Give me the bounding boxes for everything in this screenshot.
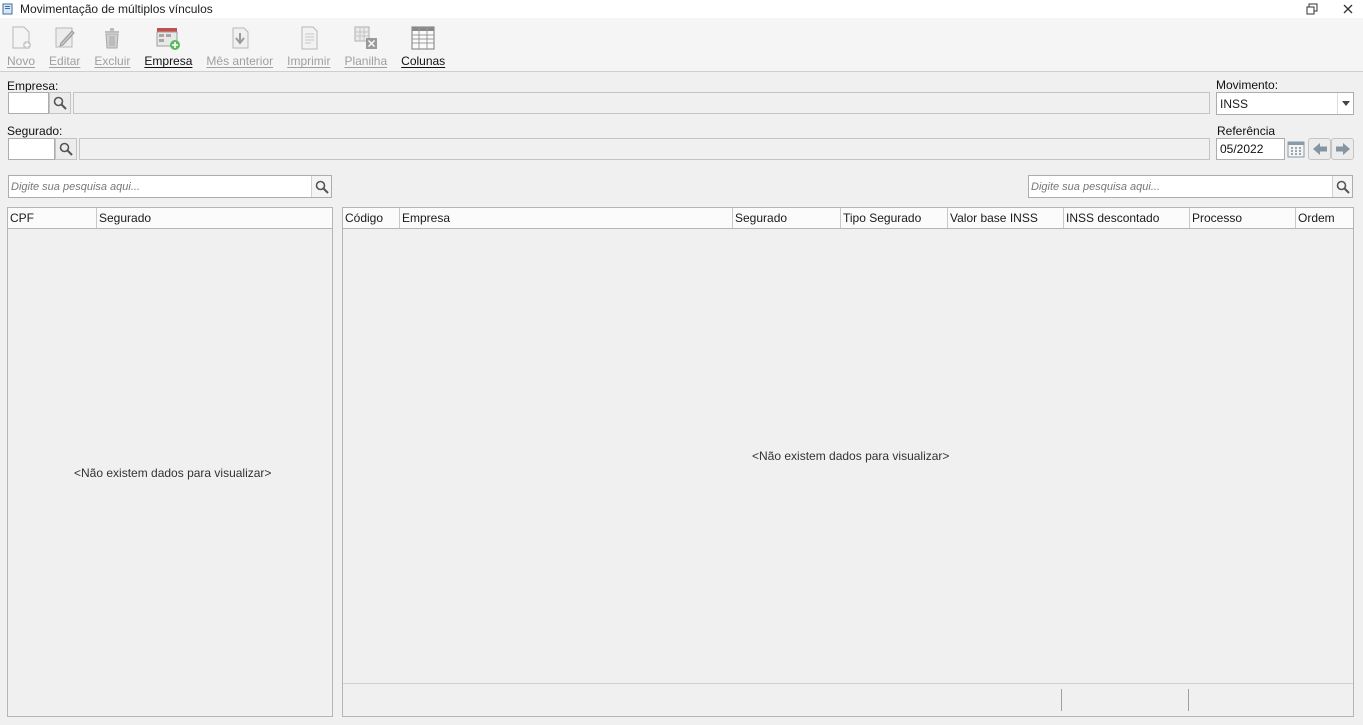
movimento-select[interactable]: INSS (1216, 92, 1354, 115)
next-period-button[interactable] (1331, 138, 1354, 160)
close-window-button[interactable] (1341, 2, 1355, 16)
left-search-input[interactable] (9, 176, 331, 197)
edit-icon (52, 24, 78, 52)
footer-divider (1061, 689, 1062, 711)
spreadsheet-button[interactable]: Planilha (344, 18, 387, 70)
column-header-cpf[interactable]: CPF (8, 208, 97, 228)
restore-window-button[interactable] (1305, 2, 1319, 16)
segurado-code-input[interactable] (8, 138, 55, 160)
company-add-icon (155, 24, 181, 52)
empty-message: <Não existem dados para visualizar> (74, 466, 272, 480)
new-document-icon (8, 24, 34, 52)
right-search-button[interactable] (1332, 176, 1352, 197)
new-button[interactable]: Novo (7, 18, 35, 70)
empresa-name-field (73, 92, 1210, 114)
grid-header: Código Empresa Segurado Tipo Segurado Va… (343, 208, 1353, 229)
left-search-button[interactable] (311, 176, 331, 197)
column-header-segurado[interactable]: Segurado (733, 208, 841, 228)
right-search-box (1028, 175, 1353, 198)
column-header-codigo[interactable]: Código (343, 208, 400, 228)
arrow-left-icon (1312, 143, 1327, 155)
previous-month-icon (227, 24, 253, 52)
movimentos-grid[interactable]: Código Empresa Segurado Tipo Segurado Va… (342, 207, 1354, 717)
calendar-icon (1287, 141, 1305, 158)
movimento-value: INSS (1220, 97, 1249, 111)
title-bar: Movimentação de múltiplos vínculos (0, 0, 1363, 18)
close-icon (1343, 4, 1353, 14)
calendar-button[interactable] (1285, 138, 1307, 160)
window-title: Movimentação de múltiplos vínculos (20, 2, 213, 16)
referencia-input[interactable]: 05/2022 (1216, 138, 1285, 160)
segurados-grid[interactable]: CPF Segurado <Não existem dados para vis… (7, 207, 333, 717)
company-button[interactable]: Empresa (144, 18, 192, 70)
referencia-label: Referência (1217, 124, 1276, 138)
delete-button[interactable]: Excluir (94, 18, 130, 70)
left-search-box (8, 175, 332, 198)
previous-month-button[interactable]: Mês anterior (206, 18, 273, 70)
column-header-inss-descontado[interactable]: INSS descontado (1064, 208, 1190, 228)
segurado-lookup-button[interactable] (55, 138, 77, 160)
search-icon (53, 96, 67, 110)
column-header-processo[interactable]: Processo (1190, 208, 1296, 228)
column-header-tipo-segurado[interactable]: Tipo Segurado (841, 208, 948, 228)
segurado-label: Segurado: (7, 124, 63, 138)
previous-period-button[interactable] (1308, 138, 1331, 160)
search-icon (59, 142, 73, 156)
grid-header: CPF Segurado (8, 208, 332, 229)
right-search-input[interactable] (1029, 176, 1352, 197)
search-icon (315, 180, 329, 194)
empresa-label: Empresa: (7, 79, 59, 93)
column-header-segurado[interactable]: Segurado (97, 208, 332, 228)
empty-message: <Não existem dados para visualizar> (752, 449, 950, 463)
toolbar: Novo Editar Excluir Empresa Mês anterior… (0, 18, 1363, 72)
segurado-name-field (79, 138, 1210, 160)
column-header-valor-base-inss[interactable]: Valor base INSS (948, 208, 1064, 228)
columns-button[interactable]: Colunas (401, 18, 445, 70)
column-header-ordem[interactable]: Ordem (1296, 208, 1353, 228)
columns-icon (410, 24, 436, 52)
print-button[interactable]: Imprimir (287, 18, 330, 70)
column-header-empresa[interactable]: Empresa (400, 208, 733, 228)
empresa-lookup-button[interactable] (49, 92, 71, 114)
spreadsheet-icon (353, 24, 379, 52)
app-icon (2, 3, 14, 15)
arrow-right-icon (1335, 143, 1350, 155)
trash-icon (99, 24, 125, 52)
empresa-code-input[interactable] (8, 92, 49, 114)
search-icon (1336, 180, 1350, 194)
chevron-down-icon[interactable] (1337, 93, 1353, 114)
print-icon (296, 24, 322, 52)
restore-icon (1306, 3, 1318, 15)
movimento-label: Movimento: (1216, 78, 1279, 92)
edit-button[interactable]: Editar (49, 18, 80, 70)
grid-footer (343, 683, 1353, 716)
footer-divider (1188, 689, 1189, 711)
